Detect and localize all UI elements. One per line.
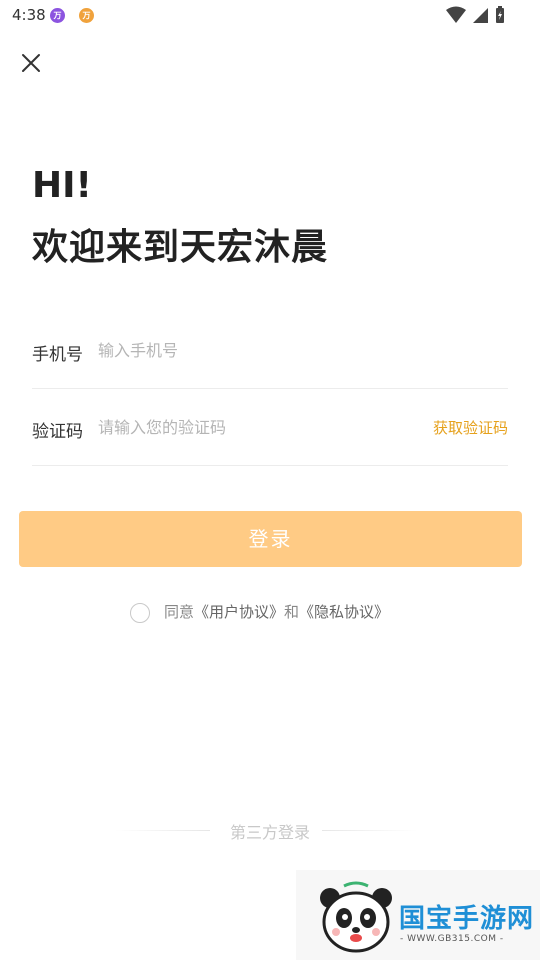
agree-checkbox[interactable] [130, 603, 150, 623]
phone-input[interactable] [98, 334, 398, 366]
watermark: 国宝手游网 - WWW.GB315.COM - [296, 870, 540, 960]
signal-icon [472, 8, 488, 23]
code-row: 验证码 获取验证码 [32, 389, 508, 466]
app-notification-icon: 万 [79, 8, 94, 23]
login-button[interactable]: 登录 [19, 511, 522, 567]
battery-icon [496, 6, 504, 23]
close-button[interactable] [18, 50, 44, 76]
phone-label: 手机号 [32, 345, 83, 365]
panda-logo-icon [320, 881, 392, 953]
watermark-title: 国宝手游网 [399, 904, 535, 934]
watermark-url: - WWW.GB315.COM - [400, 934, 504, 944]
phone-row: 手机号 [32, 312, 508, 389]
divider-line [322, 830, 417, 831]
welcome-title: 欢迎来到天宏沐晨 [32, 227, 329, 268]
app-notification-icon: 万 [50, 8, 65, 23]
agree-prefix: 同意 [164, 603, 195, 621]
privacy-policy-link[interactable]: 《隐私协议》 [299, 603, 389, 621]
get-code-button[interactable]: 获取验证码 [433, 417, 508, 438]
status-bar: 4:38 万 万 [0, 0, 540, 32]
code-label: 验证码 [32, 422, 83, 442]
code-input[interactable] [98, 411, 398, 443]
wifi-icon [445, 6, 466, 23]
status-indicators [445, 6, 506, 24]
status-time: 4:38 [12, 6, 46, 24]
third-party-label: 第三方登录 [229, 823, 310, 842]
user-agreement-link[interactable]: 《用户协议》 [194, 603, 284, 621]
third-party-divider: 第三方登录 [0, 818, 540, 842]
agreement-text: 同意《用户协议》和《隐私协议》 [164, 601, 389, 622]
agree-conjunction: 和 [284, 603, 300, 621]
greeting-hi: HI! [32, 165, 92, 206]
close-icon [22, 54, 40, 72]
